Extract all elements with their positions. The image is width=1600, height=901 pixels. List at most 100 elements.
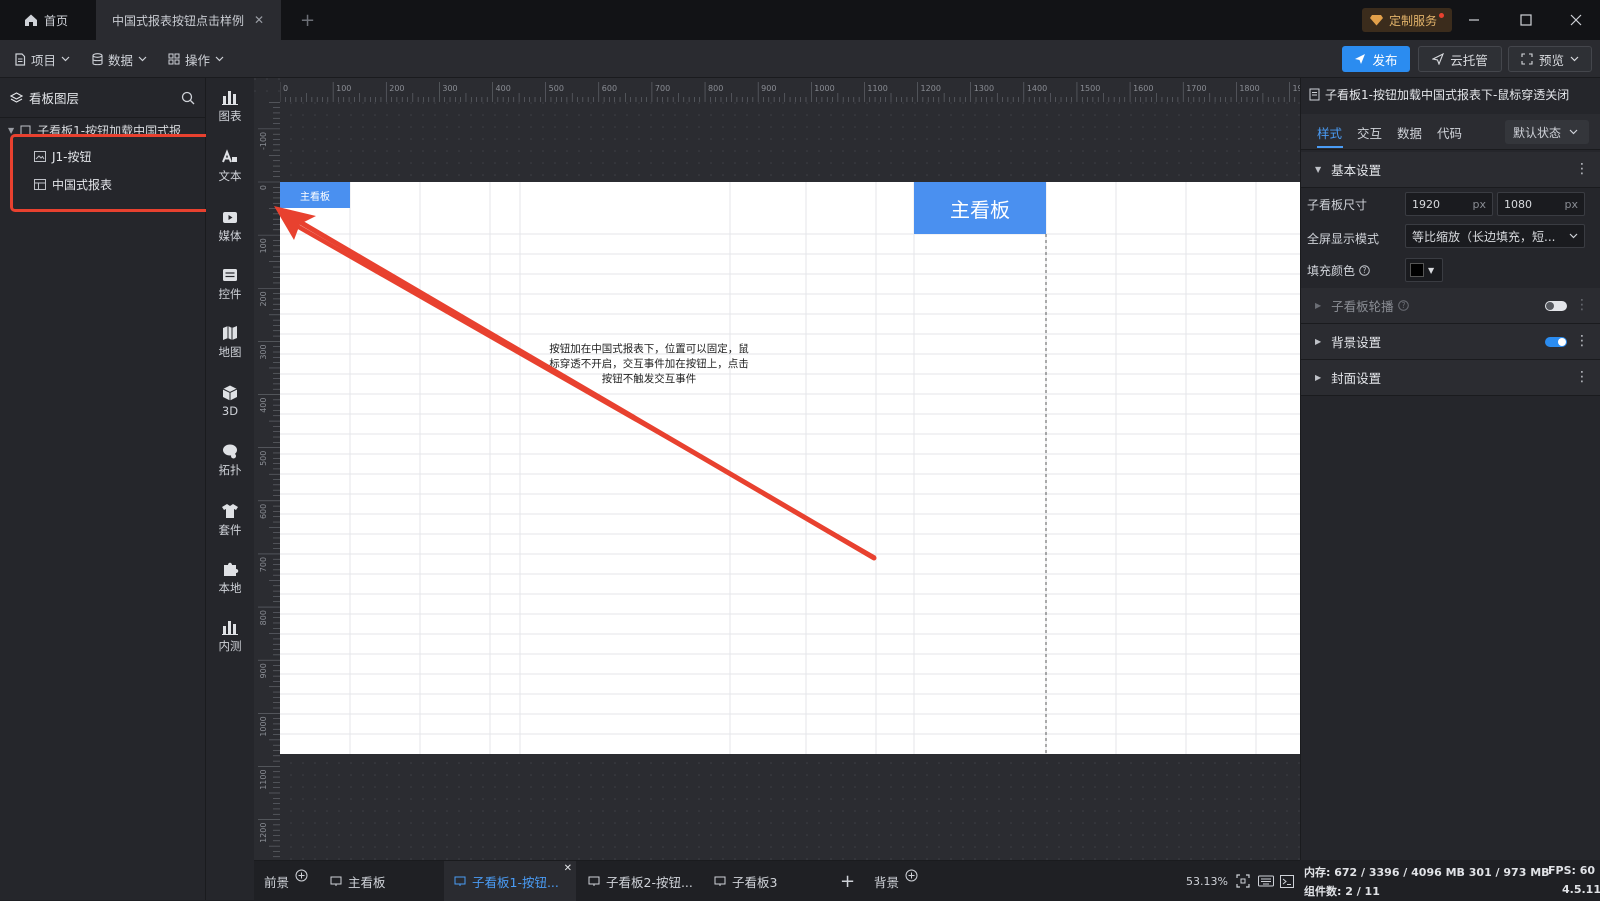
home-icon	[24, 13, 38, 27]
tab-sub-board-2-label: 子看板2-按钮...	[606, 874, 693, 890]
monitor-icon	[330, 876, 342, 887]
fullscreen-icon	[1521, 53, 1533, 65]
memory-readout: 内存: 672 / 3396 / 4096 MB 301 / 973 MB	[1304, 866, 1550, 879]
section-basic[interactable]: ▼ 基本设置 ⋮	[1301, 152, 1600, 188]
controls-icon	[221, 266, 239, 284]
tab-home[interactable]: 首页	[8, 0, 96, 40]
tab-active-project[interactable]: 中国式报表按钮点击样例 ✕	[96, 0, 281, 40]
close-icon[interactable]: ✕	[564, 863, 572, 874]
database-icon	[92, 52, 103, 66]
cloud-hosting-button[interactable]: 云托管	[1418, 46, 1502, 72]
terminal-icon[interactable]	[1280, 861, 1294, 901]
rail-item-local[interactable]: 本地	[206, 560, 254, 596]
height-input[interactable]: 1080 px	[1497, 192, 1585, 216]
canvas-area[interactable]: 0 100 200 300 400 500 600 700 800 900 1000 1100 1200…	[254, 78, 1300, 860]
custom-service-label: 定制服务	[1389, 13, 1438, 28]
section-carousel-title: 子看板轮播 ?	[1331, 296, 1409, 315]
operation-menu-label: 操作	[185, 52, 211, 68]
section-background[interactable]: ▶ 背景设置 ⋮	[1301, 324, 1600, 360]
rail-item-label: 文本	[218, 169, 242, 183]
add-circle-icon[interactable]	[905, 869, 918, 882]
topology-icon	[221, 442, 239, 460]
more-icon[interactable]: ⋮	[1575, 370, 1589, 384]
add-board-icon[interactable]: +	[840, 861, 855, 901]
chevron-down-icon	[1569, 233, 1578, 239]
unit-label: px	[1472, 197, 1487, 211]
zoom-level: 53.13%	[1186, 874, 1228, 888]
rail-item-map[interactable]: 地图	[206, 324, 254, 360]
help-icon[interactable]: ?	[1359, 265, 1370, 276]
tab-active-label: 中国式报表按钮点击样例	[112, 13, 245, 28]
preview-button[interactable]: 预览	[1508, 46, 1592, 72]
fit-screen-icon[interactable]	[1236, 861, 1250, 901]
fullscreen-select[interactable]: 等比缩放（长边填充，短...	[1405, 224, 1585, 248]
tab-data[interactable]: 数据	[1397, 123, 1422, 142]
tab-sub-board-1[interactable]: 子看板1-按钮... ✕	[444, 861, 576, 901]
monitor-icon	[454, 876, 466, 887]
size-label: 子看板尺寸	[1307, 198, 1368, 212]
property-tabs: 样式 交互 数据 代码 默认状态	[1301, 114, 1600, 150]
tab-interaction[interactable]: 交互	[1357, 123, 1382, 142]
tab-sub-board-3[interactable]: 子看板3	[714, 861, 777, 901]
unit-label: px	[1564, 197, 1579, 211]
property-panel: 子看板1-按钮加载中国式报表下-鼠标穿透关闭 样式 交互 数据 代码 默认状态 …	[1300, 78, 1600, 860]
data-menu-label: 数据	[108, 52, 134, 68]
operation-menu[interactable]: 操作	[168, 48, 224, 70]
component-rail: 图表 文本 媒体 控件 地图 3D 拓扑 套件 本地 内测	[206, 78, 254, 900]
rail-item-label: 3D	[221, 404, 239, 418]
caret-right-icon: ▶	[1315, 373, 1322, 382]
search-icon[interactable]	[181, 91, 195, 105]
project-menu[interactable]: 项目	[14, 48, 70, 70]
data-menu[interactable]: 数据	[92, 48, 147, 70]
section-cover[interactable]: ▶ 封面设置 ⋮	[1301, 360, 1600, 396]
width-input[interactable]: 1920 px	[1405, 192, 1493, 216]
window-close-icon[interactable]	[1552, 0, 1600, 40]
tab-background[interactable]: 背景	[874, 861, 918, 901]
rail-item-suite[interactable]: 套件	[206, 502, 254, 538]
rail-item-3d[interactable]: 3D	[206, 384, 254, 418]
puzzle-icon	[221, 560, 239, 578]
custom-service-button[interactable]: 定制服务	[1362, 8, 1453, 32]
tab-code[interactable]: 代码	[1437, 123, 1462, 142]
tab-main-board[interactable]: 主看板	[330, 861, 386, 901]
rail-item-text[interactable]: 文本	[206, 148, 254, 184]
maximize-icon[interactable]	[1502, 0, 1550, 40]
more-icon[interactable]: ⋮	[1575, 162, 1589, 176]
document-icon	[1309, 88, 1320, 101]
project-menu-label: 项目	[31, 52, 57, 68]
keyboard-icon[interactable]	[1258, 861, 1274, 901]
rail-item-media[interactable]: 媒体	[206, 208, 254, 244]
more-icon[interactable]: ⋮	[1575, 298, 1589, 312]
tab-active-indicator	[1317, 146, 1343, 148]
state-select[interactable]: 默认状态	[1505, 120, 1589, 144]
fill-color-picker[interactable]: ▼	[1405, 258, 1443, 282]
tab-home-label: 首页	[44, 13, 69, 28]
help-icon[interactable]: ?	[1397, 300, 1409, 311]
close-icon[interactable]: ✕	[254, 13, 264, 27]
carousel-toggle[interactable]	[1545, 301, 1567, 311]
rail-item-beta[interactable]: 内测	[206, 618, 254, 654]
property-header-label: 子看板1-按钮加载中国式报表下-鼠标穿透关闭	[1325, 88, 1570, 102]
rail-item-label: 本地	[218, 581, 242, 595]
tab-style[interactable]: 样式	[1317, 123, 1342, 142]
caret-down-icon: ▼	[1315, 165, 1322, 174]
tab-sub-board-2[interactable]: 子看板2-按钮...	[588, 861, 693, 901]
rail-item-chart[interactable]: 图表	[206, 88, 254, 124]
tab-foreground[interactable]: 前景	[264, 861, 308, 901]
fps-readout: FPS: 60	[1548, 864, 1596, 877]
minimize-icon[interactable]	[1450, 0, 1498, 40]
rail-item-label: 媒体	[218, 229, 242, 243]
new-tab-icon[interactable]: +	[300, 10, 315, 31]
rail-item-topology[interactable]: 拓扑	[206, 442, 254, 478]
section-carousel[interactable]: ▶ 子看板轮播 ? ⋮	[1301, 288, 1600, 324]
background-toggle[interactable]	[1545, 337, 1567, 347]
more-icon[interactable]: ⋮	[1575, 334, 1589, 348]
fullscreen-value: 等比缩放（长边填充，短...	[1412, 229, 1556, 244]
publish-button[interactable]: 发布	[1342, 46, 1410, 72]
chevron-down-icon	[1570, 56, 1579, 62]
chevron-down-icon	[138, 56, 147, 62]
chevron-down-icon	[1569, 129, 1578, 135]
rail-item-controls[interactable]: 控件	[206, 266, 254, 302]
add-circle-icon[interactable]	[295, 869, 308, 882]
highlight-box	[10, 134, 226, 212]
